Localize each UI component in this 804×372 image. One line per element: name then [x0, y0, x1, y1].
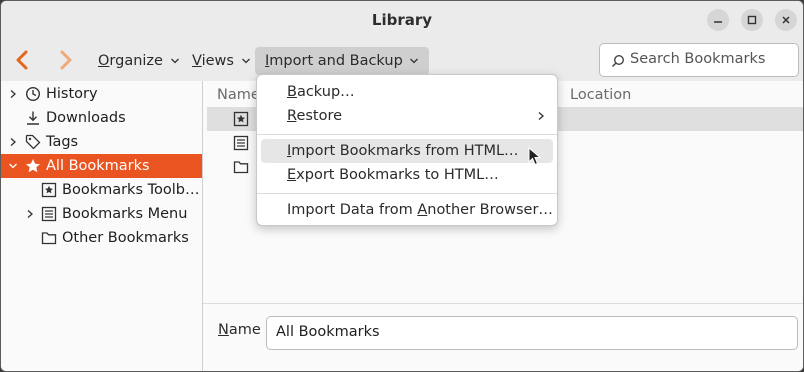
search-placeholder: Search Bookmarks: [630, 51, 766, 67]
sidebar-tree: History Downloads Tags All Bookmarks Boo…: [1, 81, 203, 371]
name-field-value: All Bookmarks: [276, 324, 380, 340]
minimize-button[interactable]: [707, 9, 729, 31]
folder-icon: [41, 232, 57, 245]
organize-menu[interactable]: Organize: [88, 47, 190, 75]
export-html-mnemonic: E: [287, 167, 297, 183]
import-backup-menu[interactable]: Import and Backup: [255, 47, 430, 75]
import-data-mnemonic: A: [417, 202, 428, 218]
library-window: Library Organize Views Import and Backup: [0, 0, 804, 372]
expand-icon[interactable]: [7, 130, 19, 154]
sidebar-item-bookmarks-toolbar[interactable]: Bookmarks Toolb…: [1, 178, 202, 202]
close-icon: [782, 16, 790, 24]
collapse-icon[interactable]: [7, 154, 19, 178]
column-header-location[interactable]: Location: [570, 83, 631, 107]
export-html-label: xport Bookmarks to HTML…: [296, 167, 499, 183]
name-label-text: ame: [228, 322, 261, 338]
details-pane: Name All Bookmarks: [203, 303, 803, 371]
window-title: Library: [371, 11, 433, 29]
bookmark-toolbar-icon: [41, 182, 57, 198]
sidebar-item-label: Bookmarks Menu: [62, 206, 188, 222]
chevron-down-icon: [170, 58, 179, 64]
menu-item-restore[interactable]: Restore: [261, 104, 553, 128]
forward-button[interactable]: [53, 47, 79, 73]
views-label: iews: [201, 53, 234, 69]
bookmarks-menu-icon: [233, 135, 249, 151]
menu-item-backup[interactable]: Backup…: [261, 80, 553, 104]
sidebar-item-other-bookmarks[interactable]: Other Bookmarks: [1, 226, 202, 250]
views-menu[interactable]: Views: [182, 47, 261, 75]
mouse-cursor-icon: [528, 147, 542, 166]
submenu-arrow-icon: [538, 112, 544, 120]
maximize-button[interactable]: [741, 9, 763, 31]
sidebar-item-label: All Bookmarks: [46, 158, 150, 174]
name-label: Name: [218, 322, 261, 338]
download-icon: [27, 111, 39, 125]
expand-icon[interactable]: [24, 202, 36, 226]
expand-icon[interactable]: [7, 82, 19, 106]
menu-item-import-html[interactable]: Import Bookmarks from HTML…: [261, 139, 553, 163]
bookmark-toolbar-icon: [233, 111, 249, 127]
sidebar-item-label: History: [46, 86, 98, 102]
folder-icon: [233, 161, 249, 174]
star-icon: [26, 159, 40, 173]
search-input[interactable]: Search Bookmarks: [599, 43, 799, 77]
backup-mnemonic: B: [287, 84, 297, 100]
import-backup-label: mport and Backup: [269, 53, 403, 69]
sidebar-item-tags[interactable]: Tags: [1, 130, 202, 154]
tag-icon: [25, 134, 41, 150]
forward-arrow-icon: [60, 50, 72, 70]
back-arrow-icon: [16, 50, 28, 70]
search-icon: [611, 54, 625, 68]
sidebar-item-downloads[interactable]: Downloads: [1, 106, 202, 130]
name-mnemonic: N: [218, 322, 229, 338]
sidebar-item-label: Bookmarks Toolb…: [62, 182, 200, 198]
menu-separator: [257, 193, 557, 194]
import-data-label-end: nother Browser…: [427, 202, 553, 218]
minimize-icon: [714, 21, 722, 23]
views-mnemonic: V: [192, 53, 202, 69]
clock-icon: [25, 86, 41, 102]
menu-item-import-browser-data[interactable]: Import Data from Another Browser…: [261, 198, 553, 222]
close-button[interactable]: [775, 9, 797, 31]
organize-label: rganize: [109, 53, 163, 69]
menu-separator: [257, 134, 557, 135]
import-data-label-start: Import Data from: [287, 202, 418, 218]
organize-mnemonic: O: [98, 53, 110, 69]
sidebar-item-all-bookmarks[interactable]: All Bookmarks: [1, 154, 202, 178]
column-header-name[interactable]: Name: [217, 83, 260, 107]
chevron-down-icon: [241, 58, 250, 64]
back-button[interactable]: [9, 47, 35, 73]
menu-item-export-html[interactable]: Export Bookmarks to HTML…: [261, 163, 553, 187]
maximize-icon: [747, 15, 757, 25]
sidebar-item-label: Tags: [46, 134, 79, 150]
sidebar-item-label: Other Bookmarks: [62, 230, 189, 246]
import-html-label: mport Bookmarks from HTML…: [291, 143, 519, 159]
restore-label: estore: [296, 108, 343, 124]
sidebar-item-history[interactable]: History: [1, 82, 202, 106]
sidebar-item-label: Downloads: [46, 110, 126, 126]
bookmarks-menu-icon: [41, 206, 57, 222]
chevron-down-icon: [410, 58, 419, 64]
sidebar-item-bookmarks-menu[interactable]: Bookmarks Menu: [1, 202, 202, 226]
name-field[interactable]: All Bookmarks: [266, 316, 798, 350]
import-backup-dropdown: Backup… Restore Import Bookmarks from HT…: [256, 74, 558, 226]
title-bar: Library: [1, 1, 803, 39]
backup-label: ackup…: [296, 84, 355, 100]
